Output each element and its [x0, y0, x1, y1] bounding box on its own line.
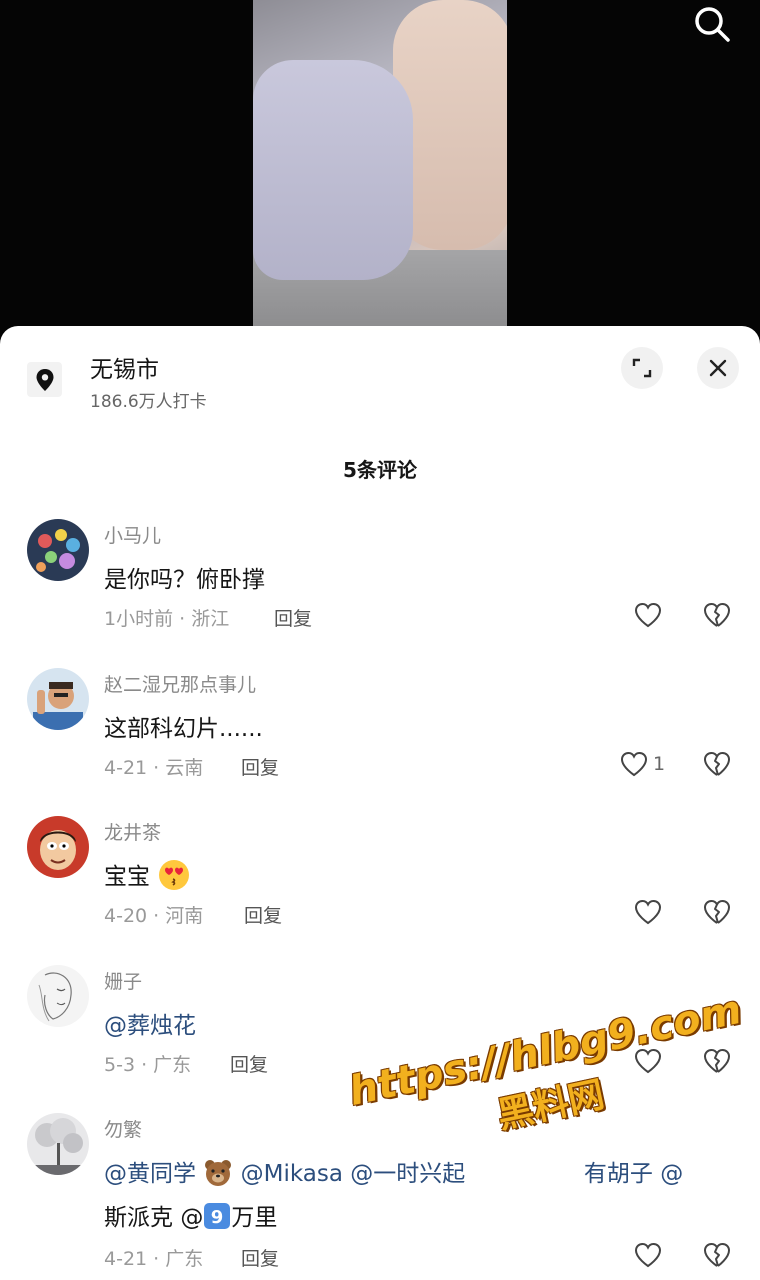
- reply-button[interactable]: 回复: [241, 753, 279, 780]
- comment-text-content: 宝宝: [104, 864, 150, 890]
- reply-button[interactable]: 回复: [230, 1050, 268, 1077]
- avatar[interactable]: [27, 816, 89, 878]
- comment-item: 姗子 @葬烛花 5-3 · 广东 回复: [0, 962, 760, 1111]
- comment-text: 是你吗？俯卧撑: [104, 567, 265, 593]
- avatar[interactable]: [27, 667, 89, 730]
- comment-sheet: 无锡市 186.6万人打卡 5条评论 小马儿 是你吗？俯卧撑 1小时前 · 浙江…: [0, 326, 760, 1280]
- comment-username[interactable]: 赵二湿兄那点事儿: [104, 670, 256, 697]
- comment-text: 这部科幻片......: [104, 715, 263, 742]
- comment-username[interactable]: 小马儿: [104, 521, 161, 548]
- heart-outline-icon[interactable]: [619, 749, 649, 779]
- heart-outline-icon[interactable]: [633, 1240, 663, 1270]
- reply-button[interactable]: 回复: [274, 604, 312, 631]
- broken-heart-icon[interactable]: [702, 1240, 732, 1270]
- reply-button[interactable]: 回复: [241, 1244, 279, 1271]
- mention-link[interactable]: 斯派克: [104, 1205, 173, 1231]
- location-checkins: 186.6万人打卡: [90, 392, 207, 412]
- mention-link[interactable]: @黄同学: [104, 1161, 196, 1187]
- avatar[interactable]: [27, 1113, 89, 1175]
- expand-icon: [632, 358, 652, 378]
- mention-link[interactable]: @Mikasa @一时兴起: [241, 1161, 466, 1187]
- search-icon[interactable]: [692, 4, 732, 44]
- comment-list: 小马儿 是你吗？俯卧撑 1小时前 · 浙江 回复 赵二湿兄那点事儿 这部科幻片.…: [0, 516, 760, 1280]
- video-player[interactable]: [0, 0, 760, 340]
- heart-outline-icon[interactable]: [633, 1046, 663, 1076]
- comment-text-line-1: @黄同学 @Mikasa @一时兴起 有胡子 @: [104, 1154, 683, 1193]
- heart-outline-icon[interactable]: [633, 897, 663, 927]
- broken-heart-icon[interactable]: [702, 1046, 732, 1076]
- comment-meta: 4-20 · 河南: [104, 905, 204, 927]
- avatar[interactable]: [27, 519, 89, 581]
- like-count: 1: [653, 752, 666, 775]
- comment-meta: 4-21 · 广东: [104, 1248, 204, 1270]
- broken-heart-icon[interactable]: [702, 897, 732, 927]
- comment-meta: 4-21 · 云南: [104, 756, 204, 779]
- avatar[interactable]: [27, 964, 89, 1027]
- broken-heart-icon[interactable]: [702, 600, 732, 630]
- close-button[interactable]: [697, 347, 739, 389]
- svg-text:9: 9: [211, 1207, 224, 1228]
- expand-button[interactable]: [621, 347, 663, 389]
- comment-text: @葬烛花: [104, 1006, 196, 1040]
- mention-link[interactable]: @葬烛花: [104, 1013, 196, 1039]
- keycap-nine-emoji-icon: 9: [203, 1202, 231, 1236]
- bear-emoji-icon: [203, 1157, 233, 1193]
- location-name: 无锡市: [90, 357, 159, 383]
- comment-item: 赵二湿兄那点事儿 这部科幻片...... 4-21 · 云南 回复 1: [0, 665, 760, 814]
- mention-link[interactable]: 万里: [231, 1205, 277, 1231]
- kissing-heart-eyes-emoji-icon: [157, 858, 191, 898]
- comment-item: 勿繁 @黄同学 @Mikasa @一时兴起 有胡子 @ 斯派克 @ 9 万里 4…: [0, 1110, 760, 1280]
- video-scene-clothing: [253, 60, 413, 280]
- comment-username[interactable]: 勿繁: [104, 1115, 142, 1142]
- comment-username[interactable]: 姗子: [104, 967, 142, 994]
- mention-link[interactable]: @: [180, 1205, 203, 1231]
- comment-text-line-2: 斯派克 @9 万里: [104, 1198, 277, 1236]
- comment-count-title: 5条评论: [343, 458, 417, 482]
- broken-heart-icon[interactable]: [702, 749, 732, 779]
- comment-item: 龙井茶 宝宝 4-20 · 河南 回复: [0, 813, 760, 962]
- comment-item: 小马儿 是你吗？俯卧撑 1小时前 · 浙江 回复: [0, 516, 760, 665]
- video-frame: [253, 0, 507, 330]
- location-pin-icon: [27, 362, 62, 397]
- comment-username[interactable]: 龙井茶: [104, 818, 161, 845]
- close-icon: [709, 359, 727, 377]
- comment-meta: 5-3 · 广东: [104, 1053, 192, 1076]
- comment-meta: 1小时前 · 浙江: [104, 608, 230, 630]
- reply-button[interactable]: 回复: [244, 901, 282, 928]
- comment-text: 宝宝: [104, 857, 191, 898]
- mention-link[interactable]: 有胡子 @: [584, 1161, 683, 1187]
- heart-outline-icon[interactable]: [633, 600, 663, 630]
